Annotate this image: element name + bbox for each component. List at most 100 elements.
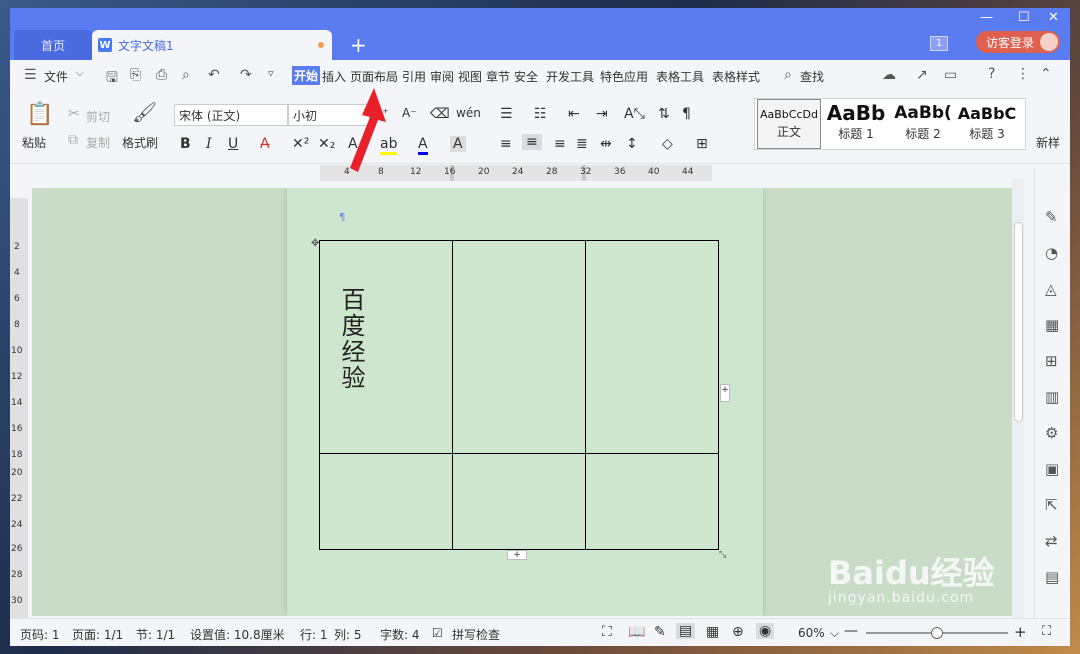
underline-button[interactable]: U [228,136,238,152]
cut-button[interactable]: 剪切 [86,108,110,125]
zoom-out-button[interactable]: — [844,623,858,639]
search-icon[interactable]: ⌕ [784,67,792,83]
table-cell[interactable]: 百度经验 [319,240,453,454]
menu-item-4[interactable]: 审阅 [430,68,454,85]
text-direction-icon[interactable]: A⤡ [624,106,645,122]
resize-table-icon[interactable]: ⤡ [719,550,726,560]
undo-icon[interactable]: ↶ [208,67,220,83]
status-setting[interactable]: 设置值: 10.8厘米 [190,626,285,643]
menu-item-2[interactable]: 页面布局 [350,68,398,85]
char-shading-icon[interactable]: A [450,136,466,152]
window-icon[interactable]: ▭ [944,67,957,83]
cloud-icon[interactable]: ☁ [882,67,896,83]
menu-file[interactable]: 文件 [44,68,68,85]
login-button[interactable]: 访客登录 [976,31,1061,53]
image-icon[interactable]: ▣ [1045,460,1059,478]
shapes-icon[interactable]: ◔ [1045,244,1058,262]
tab-document[interactable]: W 文字文稿1 [92,30,332,60]
menu-item-9[interactable]: 特色应用 [600,68,648,85]
print-icon[interactable]: ⎙ [156,67,167,83]
clear-format-icon[interactable]: ⌫ [430,106,450,122]
menu-item-6[interactable]: 章节 [486,68,510,85]
fill-icon[interactable]: ◬ [1045,280,1057,298]
paste-icon[interactable]: 📋 [26,102,53,127]
scrollbar-thumb[interactable] [1014,222,1023,422]
style-item-1[interactable]: AaBb 标题 1 [823,99,889,149]
chart-icon[interactable]: ▥ [1045,388,1059,406]
zoom-slider[interactable] [866,627,1008,639]
add-column-icon[interactable]: + [720,384,730,402]
page-view-icon[interactable]: ▤ [676,623,696,639]
bullets-icon[interactable]: ☰ [500,106,513,122]
subscript-icon[interactable]: ✕₂ [318,136,335,152]
zoom-slider-thumb[interactable] [931,627,943,639]
zoom-level[interactable]: 60% [798,626,825,640]
vertical-scrollbar[interactable] [1012,178,1024,618]
outline-view-icon[interactable]: ▦ [706,624,719,640]
align-center-icon[interactable]: ≡ [522,134,542,150]
edit-icon[interactable]: ✎ [1045,208,1058,226]
new-style-button[interactable]: 新样 [1036,134,1060,151]
align-right-icon[interactable]: ≡ [554,136,566,152]
outdent-icon[interactable]: ⇤ [568,106,580,122]
more-icon[interactable]: ⋮ [1016,66,1030,82]
help-icon[interactable]: ? [988,66,995,82]
collapse-ribbon-icon[interactable]: ⌃ [1040,66,1052,82]
menu-item-3[interactable]: 引用 [402,68,426,85]
tab-home[interactable]: 首页 [14,30,92,60]
menu-item-5[interactable]: 视图 [458,68,482,85]
style-item-3[interactable]: AaBbC 标题 3 [957,99,1017,149]
redo-icon[interactable]: ↷ [240,67,252,83]
indent-icon[interactable]: ⇥ [596,106,608,122]
phonetic-icon[interactable]: wén [456,106,481,120]
shading-icon[interactable]: ◇ [662,136,673,152]
menu-item-1[interactable]: 插入 [322,68,346,85]
table-cell[interactable] [319,453,453,550]
document-table[interactable]: 百度经验 [319,240,719,550]
new-tab-button[interactable]: + [350,30,367,60]
share-icon[interactable]: ↗ [916,67,928,83]
copy-button[interactable]: 复制 [86,134,110,151]
menu-item-10[interactable]: 表格工具 [656,68,704,85]
show-marks-icon[interactable]: ¶ [682,106,691,122]
line-spacing-icon[interactable]: ↕ [626,136,638,152]
window-count-badge[interactable]: 1 [930,36,948,51]
add-row-icon[interactable]: + [507,550,527,560]
archive-icon[interactable]: ▤ [1045,568,1059,586]
table-icon[interactable]: ▦ [1045,316,1059,334]
maximize-button[interactable]: ☐ [1018,10,1030,25]
font-color-icon[interactable]: A [418,136,428,155]
menu-item-11[interactable]: 表格样式 [712,68,760,85]
search-button[interactable]: 查找 [800,68,824,85]
fullscreen-icon[interactable]: ⛶ [602,624,612,640]
spell-check-button[interactable]: 拼写检查 [452,626,500,643]
settings-icon[interactable]: ⚙ [1045,424,1058,442]
export-icon[interactable]: ⎘ [130,67,141,83]
cell-text[interactable]: 百度经验 [334,287,369,391]
fit-window-icon[interactable]: ⛶ [1042,624,1051,639]
format-painter-icon[interactable]: 🖌 [132,100,157,124]
eye-protect-icon[interactable]: ◉ [756,623,775,639]
document-page[interactable]: ¶ ✥ 百度经验 + + ⤡ [287,188,763,616]
read-mode-icon[interactable]: 📖 [628,624,645,640]
distribute-icon[interactable]: ⇹ [600,136,612,152]
cross-icon[interactable]: ✕² [292,136,309,152]
table-cell[interactable] [585,240,719,454]
menu-item-7[interactable]: 安全 [514,68,538,85]
share-out-icon[interactable]: ⇱ [1045,496,1058,514]
menu-item-0[interactable]: 开始 [292,66,321,85]
bold-button[interactable]: B [180,136,191,152]
table-cell[interactable] [585,453,719,550]
borders-icon[interactable]: ⊞ [696,136,708,152]
align-left-icon[interactable]: ≡ [500,136,512,152]
table-cell[interactable] [452,240,586,454]
save-icon[interactable]: 🖫 [106,67,118,91]
table-cell[interactable] [452,453,586,550]
format-painter-button[interactable]: 格式刷 [122,134,158,151]
translate-icon[interactable]: ⇄ [1045,532,1058,550]
zoom-menu-icon[interactable]: ⌵ [830,626,839,641]
numbering-icon[interactable]: ☷ [534,106,547,122]
close-button[interactable]: ✕ [1048,10,1059,25]
chevron-down-icon[interactable]: ⌵ [76,68,84,79]
sort-icon[interactable]: ⇅ [658,106,670,122]
